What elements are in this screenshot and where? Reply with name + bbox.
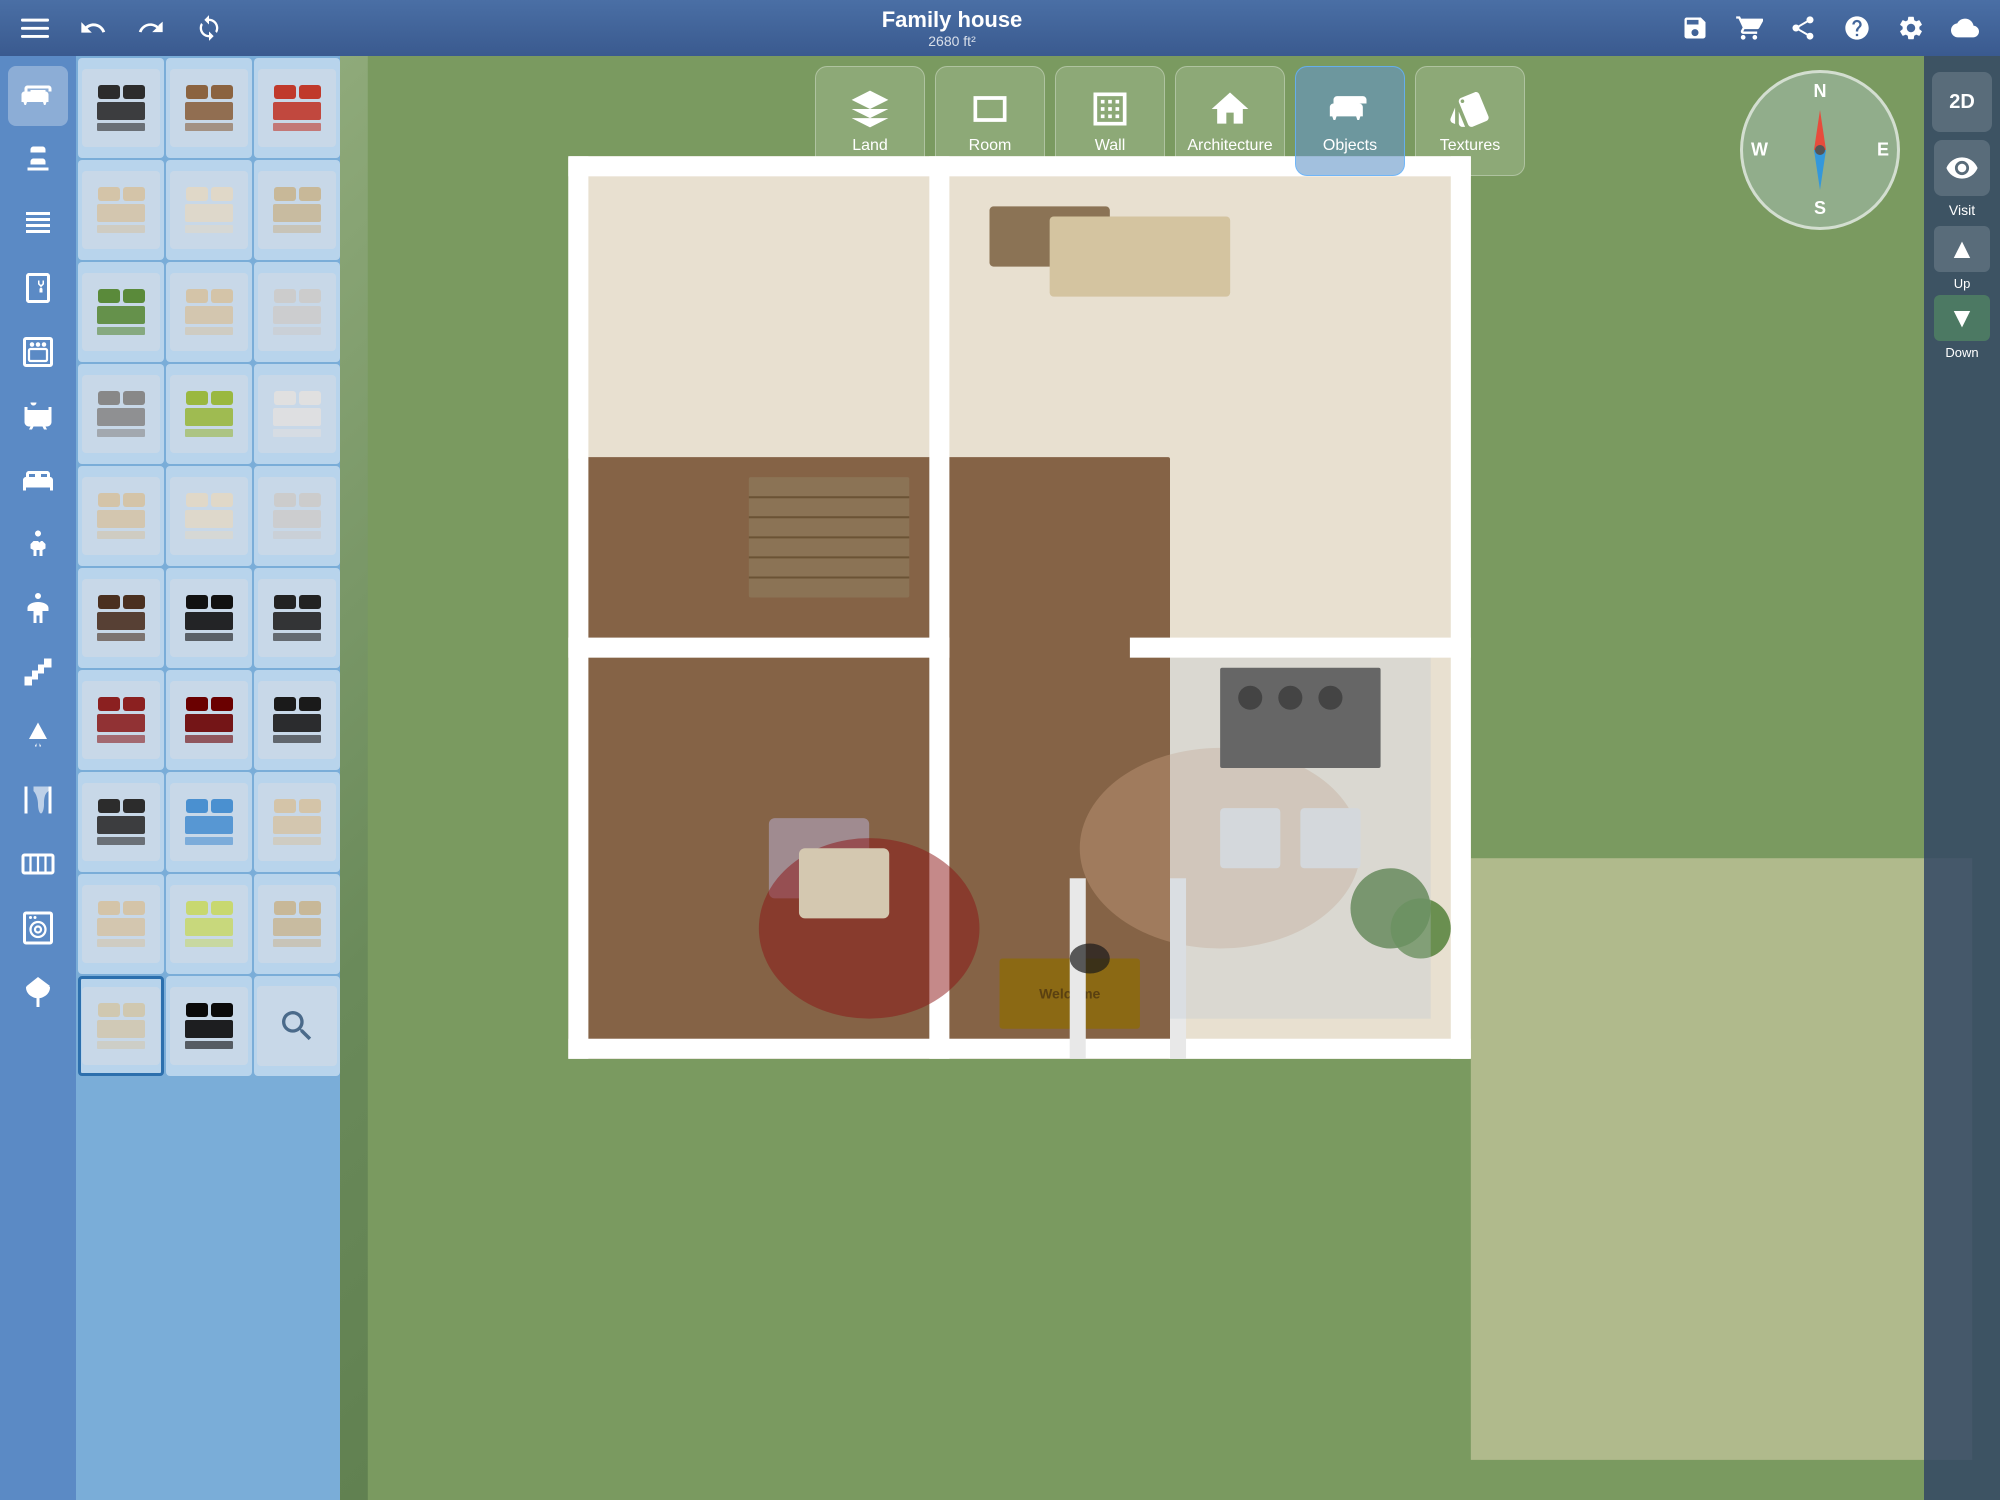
furniture-cell-f27[interactable] [254, 874, 340, 974]
toolbar-wall[interactable]: Wall [1055, 66, 1165, 176]
settings-button[interactable] [1892, 9, 1930, 47]
furniture-row-3 [78, 364, 338, 464]
furniture-cell-f14[interactable] [166, 466, 252, 566]
up-down-group: ▲ Up ▼ Down [1934, 226, 1990, 360]
furniture-cell-f19[interactable] [78, 670, 164, 770]
furniture-row-8 [78, 874, 338, 974]
furniture-grid [76, 56, 340, 1500]
furniture-cell-f9[interactable] [254, 262, 340, 362]
toolbar-room[interactable]: Room [935, 66, 1045, 176]
furniture-cell-f26[interactable] [166, 874, 252, 974]
top-bar-right [1676, 9, 1984, 47]
house-render[interactable]: Welcome [340, 56, 2000, 1500]
furniture-row-1 [78, 160, 338, 260]
furniture-row-4 [78, 466, 338, 566]
furniture-cell-f7[interactable] [78, 262, 164, 362]
furniture-cell-f23[interactable] [166, 772, 252, 872]
sidebar-item-chairs[interactable] [8, 130, 68, 190]
furniture-cell-f17[interactable] [166, 568, 252, 668]
toolbar-land[interactable]: Land [815, 66, 925, 176]
furniture-cell-f11[interactable] [166, 364, 252, 464]
sidebar-item-bath[interactable] [8, 386, 68, 446]
furniture-row-5 [78, 568, 338, 668]
furniture-cell-f5[interactable] [166, 160, 252, 260]
toolbar-textures[interactable]: Textures [1415, 66, 1525, 176]
furniture-row-7 [78, 772, 338, 872]
furniture-cell-f1[interactable] [78, 58, 164, 158]
save-button[interactable] [1676, 9, 1714, 47]
menu-button[interactable] [16, 9, 54, 47]
furniture-cell-f13[interactable] [78, 466, 164, 566]
compass-e: E [1877, 140, 1889, 161]
app-title: Family house [882, 7, 1023, 33]
rotate-button[interactable] [190, 9, 228, 47]
furniture-cell-f15[interactable] [254, 466, 340, 566]
sidebar-item-kitchen[interactable] [8, 258, 68, 318]
furniture-cell-f6[interactable] [254, 160, 340, 260]
share-button[interactable] [1784, 9, 1822, 47]
category-sidebar [0, 56, 76, 1500]
help-button[interactable] [1838, 9, 1876, 47]
redo-button[interactable] [132, 9, 170, 47]
top-bar: Family house 2680 ft² [0, 0, 2000, 56]
sidebar-item-machines[interactable] [8, 898, 68, 958]
furniture-row-6 [78, 670, 338, 770]
compass-s: S [1814, 198, 1826, 219]
furniture-cell-f21[interactable] [254, 670, 340, 770]
undo-button[interactable] [74, 9, 112, 47]
furniture-cell-f25[interactable] [78, 874, 164, 974]
furniture-cell-f10[interactable] [78, 364, 164, 464]
toolbar-architecture[interactable]: Architecture [1175, 66, 1285, 176]
furniture-cell-f20[interactable] [166, 670, 252, 770]
compass: N S E W [1740, 70, 1900, 230]
2d-button[interactable]: 2D [1932, 72, 1992, 132]
furniture-cell-f3[interactable] [254, 58, 340, 158]
app-subtitle: 2680 ft² [928, 33, 975, 49]
furniture-cell-f2[interactable] [166, 58, 252, 158]
furniture-row-0 [78, 58, 338, 158]
furniture-cell-f22[interactable] [78, 772, 164, 872]
up-button[interactable]: ▲ [1934, 226, 1990, 272]
furniture-cell-f16[interactable] [78, 568, 164, 668]
sidebar-item-bed[interactable] [8, 450, 68, 510]
main-viewport: Welcome [340, 56, 2000, 1500]
furniture-cell-f18[interactable] [254, 568, 340, 668]
furniture-cell-f8[interactable] [166, 262, 252, 362]
furniture-cell-f30[interactable] [254, 976, 340, 1076]
sidebar-item-appliances[interactable] [8, 322, 68, 382]
furniture-cell-f29[interactable] [166, 976, 252, 1076]
furniture-row-2 [78, 262, 338, 362]
visit-wrap: Visit [1934, 140, 1990, 218]
sidebar-item-lamps[interactable] [8, 706, 68, 766]
visit-eye-button[interactable] [1934, 140, 1990, 196]
sidebar-item-stairs[interactable] [8, 642, 68, 702]
title-area: Family house 2680 ft² [882, 7, 1023, 49]
compass-n: N [1814, 81, 1827, 102]
sidebar-item-kids[interactable] [8, 514, 68, 574]
sidebar-item-office[interactable] [8, 578, 68, 638]
sidebar-item-curtains[interactable] [8, 770, 68, 830]
sidebar-item-radiator[interactable] [8, 834, 68, 894]
furniture-cell-f28[interactable] [78, 976, 164, 1076]
sidebar-item-outdoor[interactable] [8, 962, 68, 1022]
sidebar-item-storage[interactable] [8, 194, 68, 254]
furniture-row-9 [78, 976, 338, 1076]
cart-button[interactable] [1730, 9, 1768, 47]
compass-w: W [1751, 140, 1768, 161]
down-button[interactable]: ▼ [1934, 295, 1990, 341]
furniture-cell-f24[interactable] [254, 772, 340, 872]
top-bar-left [16, 9, 228, 47]
cloud-button[interactable] [1946, 9, 1984, 47]
right-panel: 2D Visit ▲ Up ▼ Down [1924, 56, 2000, 1500]
furniture-cell-f4[interactable] [78, 160, 164, 260]
toolbar-objects[interactable]: Objects [1295, 66, 1405, 176]
furniture-cell-f12[interactable] [254, 364, 340, 464]
sidebar-item-sofa[interactable] [8, 66, 68, 126]
